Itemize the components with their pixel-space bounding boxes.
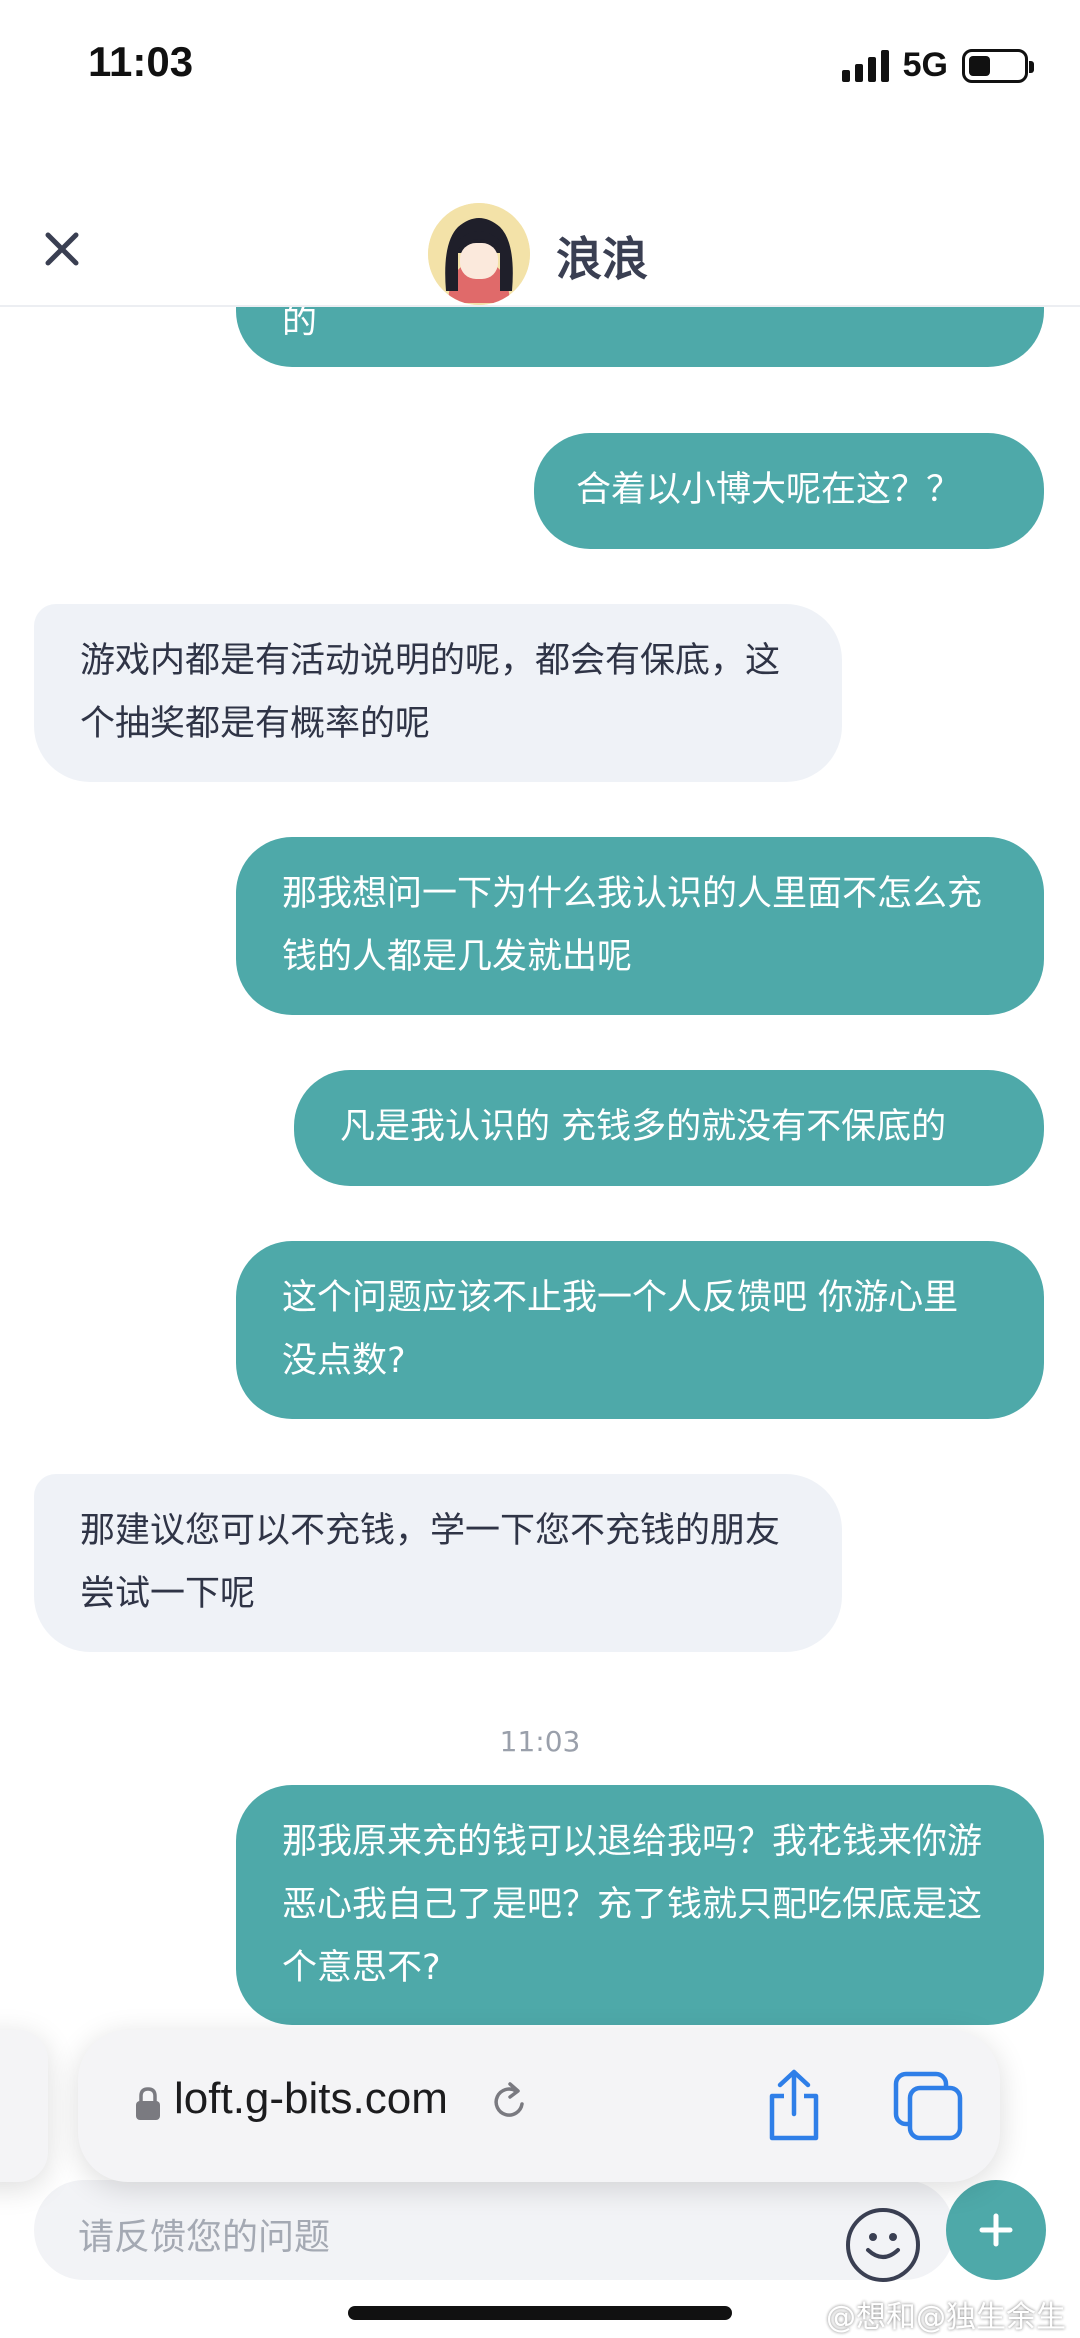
tabs-icon[interactable] [892,2070,964,2142]
message-bubble-outgoing[interactable]: 这个问题应该不止我一个人反馈吧 你游心里没点数? [236,1241,1044,1419]
message-text: 那我原来充的钱可以退给我吗？我花钱来你游恶心我自己了是吧？充了钱就只配吃保底是这… [282,1822,983,1988]
avatar-girl-icon [428,203,530,305]
lock-icon [136,2087,160,2120]
browser-address-bar[interactable]: loft.g-bits.com [78,2030,1000,2182]
plus-icon [979,2213,1013,2247]
emoji-button[interactable] [846,2208,920,2282]
battery-icon [962,48,1034,83]
close-button[interactable] [30,217,94,281]
message-text: 那我想问一下为什么我认识的人里面不怎么充钱的人都是几发就出呢 [282,874,983,977]
signal-icon [841,49,889,82]
feedback-input[interactable]: 请反馈您的问题 [34,2180,954,2282]
message-text: 合着以小博大呢在这？？ [576,470,962,510]
url-text[interactable]: loft.g-bits.com [174,2074,448,2124]
previous-tab-card[interactable] [0,2030,48,2182]
message-timestamp: 11:03 [499,1725,581,1758]
message-text: 的 [282,307,318,342]
network-type: 5G [902,46,948,84]
close-icon [45,232,79,266]
message-bubble-outgoing[interactable]: 合着以小博大呢在这？？ [534,433,1044,549]
watermark: @想和@独生余生 [826,2300,1066,2335]
avatar[interactable] [428,203,530,305]
share-icon[interactable] [764,2068,824,2142]
status-indicators: 5G [841,46,1034,85]
home-indicator[interactable] [348,2306,732,2320]
message-bubble-outgoing[interactable]: 那我想问一下为什么我认识的人里面不怎么充钱的人都是几发就出呢 [236,837,1044,1015]
status-time: 11:03 [88,38,194,85]
smiley-icon [866,2233,900,2259]
message-bubble-incoming[interactable]: 游戏内都是有活动说明的呢，都会有保底，这个抽奖都是有概率的呢 [34,604,842,782]
reload-icon[interactable] [490,2080,530,2122]
message-text: 那建议您可以不充钱，学一下您不充钱的朋友尝试一下呢 [80,1511,781,1614]
contact-name: 浪浪 [556,232,648,286]
message-text: 游戏内都是有活动说明的呢，都会有保底，这个抽奖都是有概率的呢 [80,641,781,744]
message-bubble-outgoing[interactable]: 的 [236,307,1044,367]
message-text: 这个问题应该不止我一个人反馈吧 你游心里没点数? [282,1278,959,1381]
message-bubble-incoming[interactable]: 那建议您可以不充钱，学一下您不充钱的朋友尝试一下呢 [34,1474,842,1652]
message-bubble-outgoing[interactable]: 凡是我认识的 充钱多的就没有不保底的 [294,1070,1044,1186]
add-button[interactable] [946,2180,1046,2280]
chat-header: 浪浪 [0,195,1080,307]
chat-messages[interactable]: 的 合着以小博大呢在这？？ 游戏内都是有活动说明的呢，都会有保底，这个抽奖都是有… [0,307,1080,2037]
message-bubble-outgoing[interactable]: 那我原来充的钱可以退给我吗？我花钱来你游恶心我自己了是吧？充了钱就只配吃保底是这… [236,1785,1044,2025]
input-placeholder: 请反馈您的问题 [78,2217,331,2258]
message-text: 凡是我认识的 充钱多的就没有不保底的 [340,1107,947,1147]
